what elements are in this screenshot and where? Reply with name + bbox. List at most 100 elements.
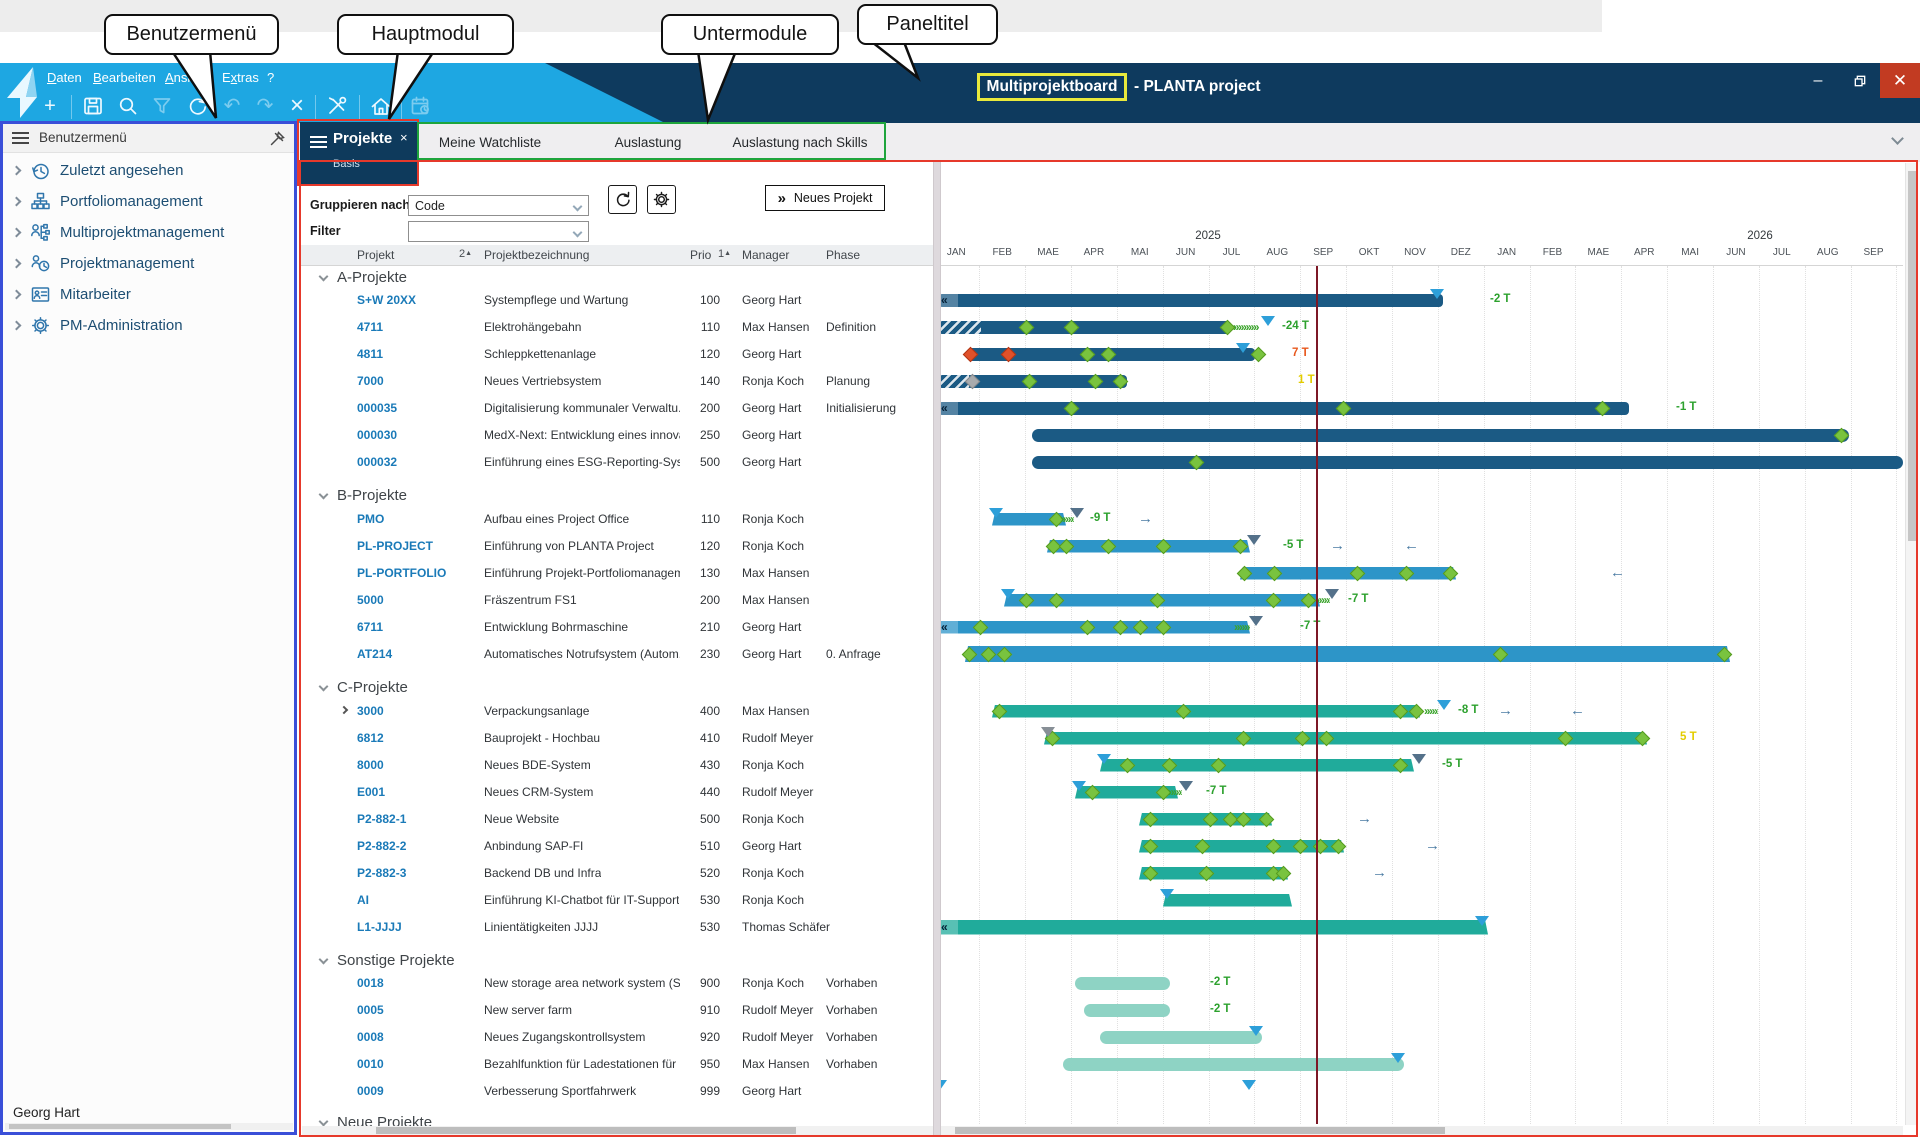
- project-id[interactable]: 0010: [357, 1057, 384, 1071]
- project-prio: 510: [660, 839, 720, 853]
- col-projekt[interactable]: Projekt: [357, 248, 394, 262]
- project-id[interactable]: 000032: [357, 455, 397, 469]
- sidebar-item-portfoliomanagement[interactable]: Portfoliomanagement: [3, 186, 294, 217]
- gantt-month-label: MAE: [1028, 247, 1068, 258]
- gantt-bar-0008[interactable]: [1100, 1031, 1262, 1044]
- chevron-down-icon[interactable]: [319, 682, 329, 692]
- project-name: Einführung KI-Chatbot für IT-Support: [484, 893, 679, 907]
- sidebar-scrollbar[interactable]: [5, 1123, 293, 1130]
- project-id[interactable]: 8000: [357, 758, 384, 772]
- sidebar-item-projektmanagement[interactable]: Projektmanagement: [3, 248, 294, 279]
- schedule-triangle-icon: [1160, 889, 1174, 899]
- project-id[interactable]: E001: [357, 785, 385, 799]
- project-id[interactable]: S+W 20XX: [357, 293, 416, 307]
- project-name: Neues CRM-System: [484, 785, 593, 799]
- project-id[interactable]: 0009: [357, 1084, 384, 1098]
- delay-label: 1 T: [1298, 374, 1315, 386]
- project-id[interactable]: 3000: [357, 704, 384, 718]
- gantt-bar-000035[interactable]: [938, 402, 1629, 415]
- project-id[interactable]: P2-882-1: [357, 812, 406, 826]
- project-prio: 250: [660, 428, 720, 442]
- chevron-right-icon[interactable]: [340, 706, 348, 714]
- project-id[interactable]: 0008: [357, 1030, 384, 1044]
- chevron-down-icon[interactable]: [319, 955, 329, 965]
- schedule-triangle-icon: [1475, 916, 1489, 926]
- gantt-horizontal-scrollbar[interactable]: [941, 1126, 1903, 1135]
- schedule-triangle-icon: [1070, 508, 1084, 518]
- project-id[interactable]: 7000: [357, 374, 384, 388]
- project-id[interactable]: 0018: [357, 976, 384, 990]
- chevron-down-icon[interactable]: [319, 1117, 329, 1127]
- gantt-bar-0010[interactable]: [1063, 1058, 1404, 1071]
- gantt-bar-S+W 20XX[interactable]: [938, 294, 1443, 307]
- schedule-triangle-icon: [1242, 1080, 1256, 1090]
- shift-arrow-left-icon: ←: [1570, 703, 1585, 718]
- project-id[interactable]: AI: [357, 893, 369, 907]
- project-id[interactable]: 5000: [357, 593, 384, 607]
- gantt-gridline: [1346, 266, 1347, 1124]
- sidebar-item-mitarbeiter[interactable]: Mitarbeiter: [3, 279, 294, 310]
- project-id[interactable]: 6812: [357, 731, 384, 745]
- gantt-bar-000030[interactable]: [1032, 429, 1849, 442]
- project-id[interactable]: PL-PROJECT: [357, 539, 433, 553]
- open-start-icon: «: [941, 402, 948, 414]
- tab-close-icon[interactable]: ×: [400, 130, 408, 145]
- gantt-bar-AT214[interactable]: [965, 646, 1730, 662]
- gantt-bar-AI[interactable]: [1163, 894, 1292, 907]
- gantt-bar-PL-PROJECT[interactable]: [1047, 540, 1250, 553]
- vertical-scrollbar[interactable]: [1905, 163, 1918, 1125]
- table-gantt-divider[interactable]: [933, 162, 941, 1137]
- gantt-bar-L1-JJJJ[interactable]: [938, 920, 1488, 935]
- project-id[interactable]: AT214: [357, 647, 392, 661]
- gantt-bar-8000[interactable]: [1100, 759, 1414, 772]
- gantt-bar-000032[interactable]: [1032, 456, 1903, 469]
- project-manager: Max Hansen: [742, 704, 809, 718]
- group-header-sonstige-projekte[interactable]: Sonstige Projekte: [337, 952, 455, 969]
- sidebar-item-multiprojektmanagement[interactable]: Multiprojektmanagement: [3, 217, 294, 248]
- schedule-triangle-icon: [1001, 589, 1015, 599]
- col-prio[interactable]: Prio: [690, 248, 711, 262]
- project-id[interactable]: 0005: [357, 1003, 384, 1017]
- project-name: Bauprojekt - Hochbau: [484, 731, 600, 745]
- tab-projekte-active[interactable]: Projekte × Basis: [300, 122, 417, 184]
- group-header-c-projekte[interactable]: C-Projekte: [337, 679, 408, 696]
- delay-label: 7 T: [1292, 347, 1309, 359]
- table-horizontal-scrollbar[interactable]: [302, 1126, 933, 1135]
- chevron-right-icon: [12, 197, 22, 207]
- project-manager: Thomas Schäfer: [742, 920, 830, 934]
- project-id[interactable]: P2-882-3: [357, 866, 406, 880]
- project-id[interactable]: 4811: [357, 347, 383, 361]
- pin-icon[interactable]: [268, 130, 286, 148]
- schedule-triangle-icon: [1325, 589, 1339, 599]
- col-manager[interactable]: Manager: [742, 248, 789, 262]
- schedule-triangle-icon: [1249, 1026, 1263, 1036]
- project-id[interactable]: 000030: [357, 428, 397, 442]
- chevron-down-icon[interactable]: [319, 272, 329, 282]
- project-prio: 530: [660, 893, 720, 907]
- gantt-bar-3000[interactable]: [992, 705, 1420, 718]
- project-prio: 500: [660, 455, 720, 469]
- gantt-gridline: [979, 266, 980, 1124]
- gantt-bar-0018[interactable]: [1075, 977, 1170, 990]
- gantt-gridline: [1896, 266, 1897, 1124]
- chevron-down-icon[interactable]: [319, 490, 329, 500]
- project-id[interactable]: L1-JJJJ: [357, 920, 402, 934]
- gantt-bar-0005[interactable]: [1084, 1004, 1170, 1017]
- project-id[interactable]: 6711: [357, 620, 383, 634]
- sidebar-item-pm-administration[interactable]: PM-Administration: [3, 310, 294, 341]
- sidebar-item-zuletzt angesehen[interactable]: Zuletzt angesehen: [3, 155, 294, 186]
- project-id[interactable]: 000035: [357, 401, 397, 415]
- chevron-right-icon: [12, 166, 22, 176]
- project-id[interactable]: 4711: [357, 320, 383, 334]
- project-prio: 140: [660, 374, 720, 388]
- gantt-bar-4711[interactable]: [938, 321, 1231, 334]
- project-id[interactable]: P2-882-2: [357, 839, 406, 853]
- group-header-b-projekte[interactable]: B-Projekte: [337, 487, 407, 504]
- sidebar-menu-icon[interactable]: [12, 132, 29, 144]
- col-bezeichnung[interactable]: Projektbezeichnung: [484, 248, 589, 262]
- col-phase[interactable]: Phase: [826, 248, 860, 262]
- project-id[interactable]: PMO: [357, 512, 384, 526]
- group-header-a-projekte[interactable]: A-Projekte: [337, 269, 407, 286]
- project-id[interactable]: PL-PORTFOLIO: [357, 566, 446, 580]
- tab-menu-icon[interactable]: [310, 136, 327, 148]
